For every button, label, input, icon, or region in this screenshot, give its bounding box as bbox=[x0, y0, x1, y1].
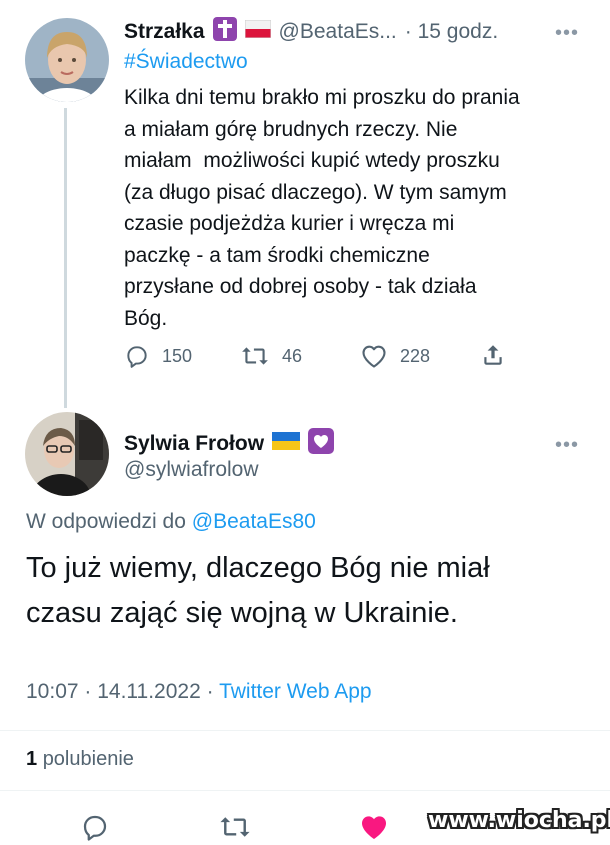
tweet-line: paczkę - a tam środki chemiczne bbox=[124, 243, 430, 267]
tweet-time[interactable]: · 15 godz. bbox=[405, 20, 498, 44]
tweet-meta: 10:07 · 14.11.2022 · Twitter Web App bbox=[26, 680, 372, 704]
tweet-line: Bóg. bbox=[124, 306, 168, 330]
share-icon bbox=[480, 342, 506, 368]
tweet-line: a miałam górę brudnych rzeczy. Nie bbox=[124, 117, 458, 141]
tweet2-body: To już wiemy, dlaczego Bóg nie miał czas… bbox=[26, 546, 490, 636]
reply-icon bbox=[80, 815, 110, 845]
reply-button[interactable] bbox=[80, 812, 110, 845]
reply-context: W odpowiedzi do @BeataEs80 bbox=[26, 510, 316, 534]
purple-heart-icon bbox=[308, 428, 335, 459]
latin-cross-icon bbox=[212, 17, 237, 46]
tweet-line: przysłane od dobrej osoby - tak działa bbox=[124, 275, 477, 298]
source-link[interactable]: Twitter Web App bbox=[219, 680, 372, 703]
like-button[interactable]: 228 bbox=[360, 343, 430, 369]
tweet-line: Kilka dni temu brakło mi proszku do pran… bbox=[124, 86, 520, 109]
heart-icon bbox=[360, 343, 388, 369]
ukraine-flag-icon bbox=[272, 432, 301, 455]
handle[interactable]: @BeataEs... bbox=[279, 20, 397, 44]
tweet1-header: Strzałka @BeataEs... · 15 godz. bbox=[124, 17, 498, 46]
divider bbox=[0, 790, 610, 791]
tweet-line: To już wiemy, dlaczego Bóg nie miał bbox=[26, 552, 490, 584]
reply-count: 150 bbox=[162, 345, 193, 366]
tweet1-body: Kilka dni temu brakło mi proszku do pran… bbox=[124, 82, 594, 334]
like-total: 1 bbox=[26, 748, 38, 770]
more-options-icon[interactable]: ••• bbox=[555, 435, 579, 455]
share-button[interactable] bbox=[480, 342, 506, 368]
reply-prefix: W odpowiedzi do bbox=[26, 510, 186, 533]
watermark: www.wiocha.pl bbox=[428, 808, 610, 833]
reply-button[interactable]: 150 bbox=[124, 343, 192, 369]
thread-line bbox=[64, 108, 67, 408]
like-count: 228 bbox=[400, 345, 431, 366]
display-name[interactable]: Strzałka bbox=[124, 20, 205, 44]
hashtag-link[interactable]: #Świadectwo bbox=[124, 50, 248, 74]
divider bbox=[0, 730, 610, 731]
retweet-button[interactable] bbox=[218, 812, 252, 845]
likes-summary[interactable]: 1 polubienie bbox=[26, 748, 134, 771]
tweet2-header: Sylwia Frołow bbox=[124, 428, 335, 459]
reply-to-link[interactable]: @BeataEs80 bbox=[192, 510, 316, 533]
tweet-line: (za długo pisać dlaczego). W tym samym bbox=[124, 180, 507, 204]
retweet-count: 46 bbox=[282, 345, 303, 366]
timestamp[interactable]: 10:07 · 14.11.2022 · bbox=[26, 680, 214, 703]
retweet-icon bbox=[218, 817, 252, 845]
retweet-button[interactable]: 46 bbox=[240, 343, 302, 369]
poland-flag-icon bbox=[244, 19, 272, 43]
avatar-strzalka[interactable] bbox=[25, 18, 109, 102]
reply-icon bbox=[124, 343, 150, 369]
heart-filled-icon bbox=[358, 816, 390, 845]
like-button-active[interactable] bbox=[358, 812, 390, 845]
tweet-line: miałam możliwości kupić wtedy proszku bbox=[124, 149, 500, 172]
more-options-icon[interactable]: ••• bbox=[555, 23, 579, 43]
display-name[interactable]: Sylwia Frołow bbox=[124, 432, 264, 456]
retweet-icon bbox=[240, 343, 270, 369]
like-total-label: polubienie bbox=[42, 748, 134, 770]
handle[interactable]: @sylwiafrolow bbox=[124, 458, 259, 482]
tweet-line: czasie podjeżdża kurier i wręcza mi bbox=[124, 212, 455, 235]
tweet-line: czasu zająć się wojną w Ukrainie. bbox=[26, 597, 458, 629]
avatar-sylwia[interactable] bbox=[25, 412, 109, 496]
